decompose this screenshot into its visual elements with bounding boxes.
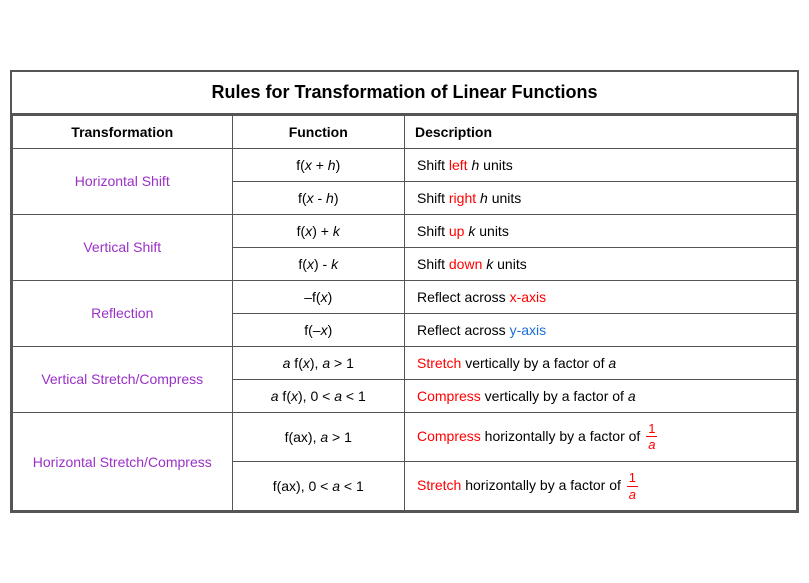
description-cell: Stretch vertically by a factor of a xyxy=(404,346,796,379)
function-cell: f(x) + k xyxy=(232,214,404,247)
description-cell: Reflect across x-axis xyxy=(404,280,796,313)
transform-cell: Vertical Stretch/Compress xyxy=(13,346,233,412)
function-cell: f(–x) xyxy=(232,313,404,346)
transformation-table: Transformation Function Description Hori… xyxy=(12,115,797,511)
table-title: Rules for Transformation of Linear Funct… xyxy=(12,72,797,115)
description-cell: Shift left h units xyxy=(404,148,796,181)
function-cell: –f(x) xyxy=(232,280,404,313)
function-cell: f(x + h) xyxy=(232,148,404,181)
table-row: Horizontal Shiftf(x + h)Shift left h uni… xyxy=(13,148,797,181)
function-cell: f(x - h) xyxy=(232,181,404,214)
table-row: Horizontal Stretch/Compressf(ax), a > 1C… xyxy=(13,412,797,461)
function-cell: f(ax), a > 1 xyxy=(232,412,404,461)
function-cell: a f(x), a > 1 xyxy=(232,346,404,379)
description-cell: Shift right h units xyxy=(404,181,796,214)
function-cell: f(ax), 0 < a < 1 xyxy=(232,462,404,511)
table-row: Vertical Stretch/Compressa f(x), a > 1St… xyxy=(13,346,797,379)
transform-cell: Reflection xyxy=(13,280,233,346)
description-cell: Stretch horizontally by a factor of 1a xyxy=(404,462,796,511)
table-row: Vertical Shiftf(x) + kShift up k units xyxy=(13,214,797,247)
description-cell: Shift up k units xyxy=(404,214,796,247)
table-wrapper: Rules for Transformation of Linear Funct… xyxy=(10,70,799,513)
header-function: Function xyxy=(232,115,404,148)
description-cell: Shift down k units xyxy=(404,247,796,280)
transform-cell: Horizontal Stretch/Compress xyxy=(13,412,233,510)
function-cell: f(x) - k xyxy=(232,247,404,280)
table-row: Reflection–f(x)Reflect across x-axis xyxy=(13,280,797,313)
header-transformation: Transformation xyxy=(13,115,233,148)
function-cell: a f(x), 0 < a < 1 xyxy=(232,379,404,412)
description-cell: Compress vertically by a factor of a xyxy=(404,379,796,412)
description-cell: Reflect across y-axis xyxy=(404,313,796,346)
header-description: Description xyxy=(404,115,796,148)
transform-cell: Vertical Shift xyxy=(13,214,233,280)
transform-cell: Horizontal Shift xyxy=(13,148,233,214)
description-cell: Compress horizontally by a factor of 1a xyxy=(404,412,796,461)
